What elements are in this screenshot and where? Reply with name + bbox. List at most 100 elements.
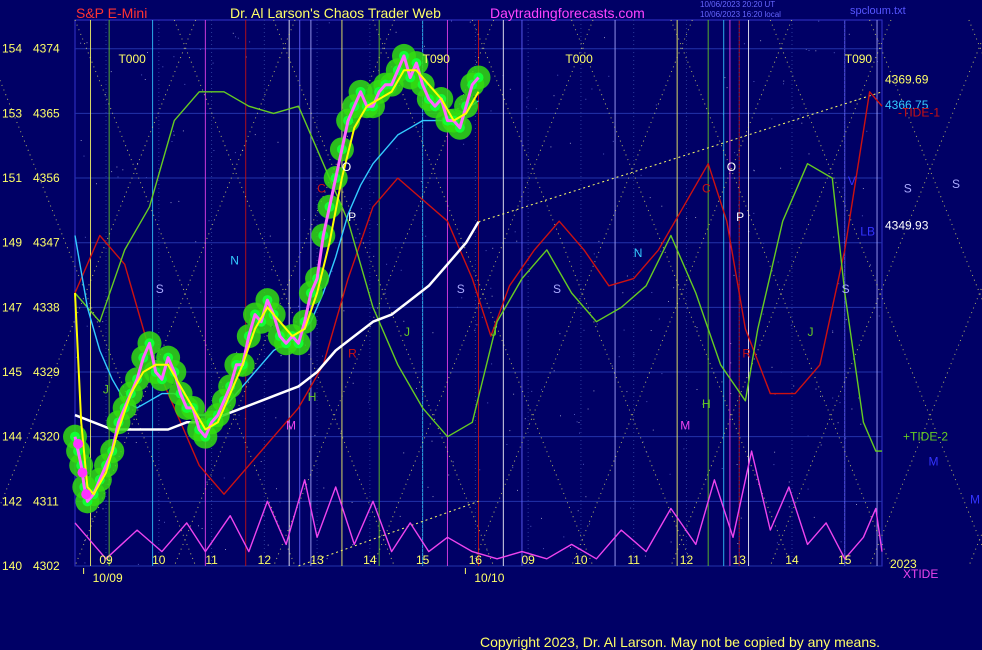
background-star: [579, 432, 580, 434]
marker-label-m: M: [929, 454, 939, 468]
background-star: [721, 468, 723, 469]
background-star: [84, 540, 86, 542]
background-star: [753, 212, 755, 214]
marker-label-j: J: [103, 383, 109, 397]
marker-label-t090: T090: [845, 52, 873, 66]
background-star: [658, 318, 660, 320]
background-star: [491, 363, 493, 365]
data-file-name: spcloum.txt: [850, 5, 906, 17]
background-star: [743, 43, 745, 45]
background-star: [851, 408, 853, 410]
background-star: [661, 373, 663, 375]
marker-label-m-right: M: [970, 492, 980, 506]
copyright-notice: Copyright 2023, Dr. Al Larson. May not b…: [480, 634, 881, 650]
background-star: [589, 523, 590, 525]
background-star: [596, 323, 598, 325]
background-star: [858, 397, 860, 399]
background-star: [668, 301, 669, 302]
marker-label-c: C: [317, 181, 326, 195]
background-star: [376, 508, 378, 510]
background-star: [373, 255, 375, 257]
price-label-slow-ma: 4349.93: [885, 219, 929, 233]
background-star: [486, 550, 488, 552]
background-star: [171, 141, 173, 142]
background-star: [801, 122, 803, 124]
background-star: [386, 263, 388, 265]
background-star: [553, 370, 555, 372]
background-star: [622, 292, 624, 294]
background-star: [276, 488, 277, 490]
background-star: [323, 487, 325, 489]
background-star: [400, 269, 402, 271]
background-star: [626, 391, 628, 393]
background-star: [164, 521, 165, 523]
marker-label-v: V: [848, 174, 856, 188]
marker-label-s: S: [904, 181, 912, 195]
background-star: [269, 235, 271, 237]
background-star: [384, 292, 386, 294]
background-star: [298, 305, 300, 307]
background-star: [178, 200, 180, 202]
background-star: [820, 444, 822, 446]
background-star: [487, 402, 489, 404]
background-star: [403, 452, 405, 454]
background-star: [424, 45, 425, 47]
marker-label-m: M: [286, 419, 296, 433]
price-open-dot: [81, 489, 92, 500]
chart-labels: 140 4302 142 4311 144 4320 145 4329 147 4338 149 43…: [2, 42, 980, 585]
background-star: [630, 507, 632, 509]
background-star: [649, 197, 651, 199]
marker-label-n: N: [230, 253, 239, 267]
cycle-diagonal: [769, 19, 982, 547]
background-star: [223, 477, 225, 479]
y-tick-label-right: 4347: [33, 236, 60, 250]
cycle-diagonal: [968, 19, 982, 54]
background-star: [559, 333, 561, 335]
background-star: [195, 241, 197, 243]
background-star: [808, 50, 810, 51]
x-hour-label: 14: [363, 553, 377, 567]
background-star: [673, 287, 675, 289]
chart-series: [63, 43, 883, 560]
background-star: [368, 401, 370, 403]
background-star: [773, 464, 775, 466]
background-star: [839, 402, 841, 404]
background-star: [249, 41, 251, 43]
background-star: [360, 208, 362, 210]
background-star: [173, 130, 175, 132]
x-hour-label: 14: [785, 553, 799, 567]
y-tick-label-left: 151: [2, 171, 22, 185]
background-star: [818, 20, 820, 22]
background-star: [513, 393, 515, 395]
cycle-diagonal: [968, 532, 982, 567]
y-tick-label-left: 140: [2, 559, 22, 573]
background-star: [86, 42, 88, 44]
background-star: [474, 329, 476, 331]
x-date-label: 10/10: [474, 571, 504, 585]
background-star: [815, 50, 817, 52]
background-star: [225, 549, 226, 550]
background-star: [848, 33, 850, 35]
background-star: [238, 414, 240, 416]
background-star: [740, 517, 742, 519]
y-tick-label-left: 149: [2, 236, 22, 250]
background-star: [267, 544, 269, 546]
background-star: [612, 140, 614, 142]
background-star: [591, 88, 593, 90]
trend-line: [478, 91, 883, 223]
background-star: [141, 74, 143, 76]
background-star: [416, 387, 417, 389]
background-star: [577, 510, 579, 512]
background-star: [524, 418, 526, 420]
background-star: [116, 166, 118, 168]
site-url[interactable]: Daytradingforecasts.com: [490, 5, 645, 21]
trend-line: [298, 500, 479, 567]
x-hour-label: 12: [258, 553, 272, 567]
background-star: [608, 75, 610, 77]
marker-label-t000: T000: [118, 52, 146, 66]
marker-label-lb: LB: [860, 225, 875, 239]
marker-label-s: S: [457, 282, 465, 296]
marker-label-s: S: [842, 282, 850, 296]
background-star: [570, 547, 571, 548]
background-star: [352, 382, 354, 384]
